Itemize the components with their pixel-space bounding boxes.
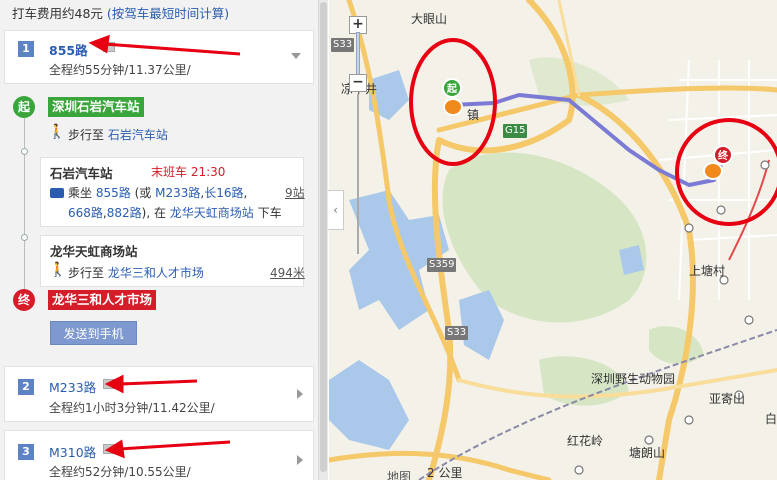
ride-alt-line[interactable]: M233路 [155,186,200,200]
walk-prefix: 步行至 [68,128,105,142]
map-bus-stop-icon[interactable] [703,162,723,180]
alight-stop-link[interactable]: 龙华天虹商场站 [170,206,254,220]
end-marker-icon: 终 [13,289,35,311]
collapse-arrow-icon[interactable] [291,53,301,59]
timeline-dot [21,148,28,155]
map-label-daxianshan: 大眼山 [411,12,448,26]
ride-mid-text: ), 在 [141,206,166,220]
route-name[interactable]: M310路 [49,442,96,461]
map-logo: 地图 [387,470,412,480]
route-index-badge: 1 [18,41,34,57]
send-to-phone-button[interactable]: 发送到手机 [50,321,137,345]
app-root: 打车费用约48元 (按驾车最短时间计算) 1 855路 全程约55分钟/11.3… [0,0,777,480]
map-label-town: 镇 [467,108,480,122]
taxi-fare-text: 打车费用约48元 [12,6,103,21]
road-badge-g15: G15 [503,124,528,138]
expand-arrow-icon[interactable] [297,455,303,465]
map-bus-stop-icon[interactable] [443,98,463,116]
zoom-out-button[interactable]: − [349,74,367,92]
bus-thumbnail-icon [103,42,115,52]
park-area [649,326,704,365]
reservoir [329,360,409,450]
walk-step-1: 步行至 石岩汽车站 [68,126,168,143]
road-badge-s33: S33 [445,326,469,340]
panel-scrollbar[interactable] [318,0,328,480]
map-scale-text: 2 公里 [427,466,463,480]
walk-target[interactable]: 石岩汽车站 [108,128,168,142]
map-label-zoo: 深圳野生动物园 [591,372,676,386]
road-badge-s359: S359 [427,258,457,272]
map-label-yajishan: 亚寄山 [709,392,746,406]
last-bus-time: 末班车 21:30 [151,165,226,179]
ride-alt-line[interactable]: 668路 [68,206,103,220]
bus-thumbnail-icon [103,444,115,454]
route-index-badge: 3 [18,444,34,460]
ride-alt-line[interactable]: 882路 [107,206,142,220]
ride-line[interactable]: 855路 [96,186,131,200]
collapse-panel-button[interactable]: ‹ [328,190,344,230]
taxi-fare: 打车费用约48元 (按驾车最短时间计算) [12,3,229,22]
map-start-icon[interactable]: 起 [442,78,462,98]
walk-target[interactable]: 龙华三和人才市场 [108,266,204,280]
route-name[interactable]: 855路 [49,40,88,59]
end-stop-label[interactable]: 龙华三和人才市场 [48,290,157,310]
route-option-1[interactable]: 1 855路 全程约55分钟/11.37公里/ [4,30,314,84]
end-highlight-circle [675,118,777,226]
zoom-control: + − [349,12,369,262]
walk-icon: 🚶 [49,262,67,278]
start-stop-label[interactable]: 深圳石岩汽车站 [48,97,144,117]
route-index-badge: 2 [18,379,34,395]
bus-thumbnail-icon [103,379,115,389]
alight-step: 龙华天虹商场站 🚶 步行至 龙华三和人才市场 494米 [40,235,305,287]
route-option-3[interactable]: 3 M310路 全程约52分钟/10.55公里/ [4,430,314,480]
map-label-bai: 白 [765,412,777,426]
map-label-honghualing: 红花岭 [567,434,604,448]
route-detail: 全程约1小时3分钟/11.42公里/ [49,401,215,415]
walk-step-2: 步行至 龙华三和人才市场 [68,264,204,281]
walk-prefix: 步行至 [68,266,105,280]
map-label-shangtangcun: 上塘村 [689,264,726,278]
route-detail: 全程约52分钟/10.55公里/ [49,465,191,479]
separator: , [243,186,248,200]
start-marker-icon: 起 [13,96,35,118]
bus-icon [50,188,64,198]
map-view[interactable]: 起 终 大眼山 凉下井 镇 上塘村 深圳野生动物园 亚寄山 红花岭 塘朗山 白 … [329,0,777,480]
zoom-scale-line [357,94,359,254]
map-label-tanglangshan: 塘朗山 [629,446,666,460]
expand-arrow-icon[interactable] [297,389,303,399]
ride-alt-line[interactable]: 长16路 [204,186,243,200]
scrollbar-thumb[interactable] [320,2,327,472]
ride-alt-prefix: (或 [134,186,152,200]
ride-line-info-2: 668路,882路), 在 龙华天虹商场站 下车 [68,204,282,221]
ride-line-info: 乘坐 855路 (或 M233路,长16路, [68,184,247,201]
ride-prefix: 乘坐 [68,186,93,200]
ride-step: 石岩汽车站 末班车 21:30 乘坐 855路 (或 M233路,长16路, 9… [40,157,305,227]
taxi-fare-note[interactable]: (按驾车最短时间计算) [107,6,229,21]
timeline-dot [21,234,28,241]
route-panel: 打车费用约48元 (按驾车最短时间计算) 1 855路 全程约55分钟/11.3… [0,0,318,480]
walk-distance: 494米 [270,266,305,280]
board-stop: 石岩汽车站 [50,166,113,181]
alight-stop: 龙华天虹商场站 [50,244,138,259]
stop-count[interactable]: 9站 [285,184,305,201]
route-option-2[interactable]: 2 M233路 全程约1小时3分钟/11.42公里/ [4,366,314,422]
itinerary-timeline [24,118,25,298]
walk-icon: 🚶 [48,124,66,140]
route-detail: 全程约55分钟/11.37公里/ [49,63,191,77]
ride-suffix: 下车 [257,206,282,220]
map-canvas [329,0,777,480]
route-name[interactable]: M233路 [49,377,96,396]
